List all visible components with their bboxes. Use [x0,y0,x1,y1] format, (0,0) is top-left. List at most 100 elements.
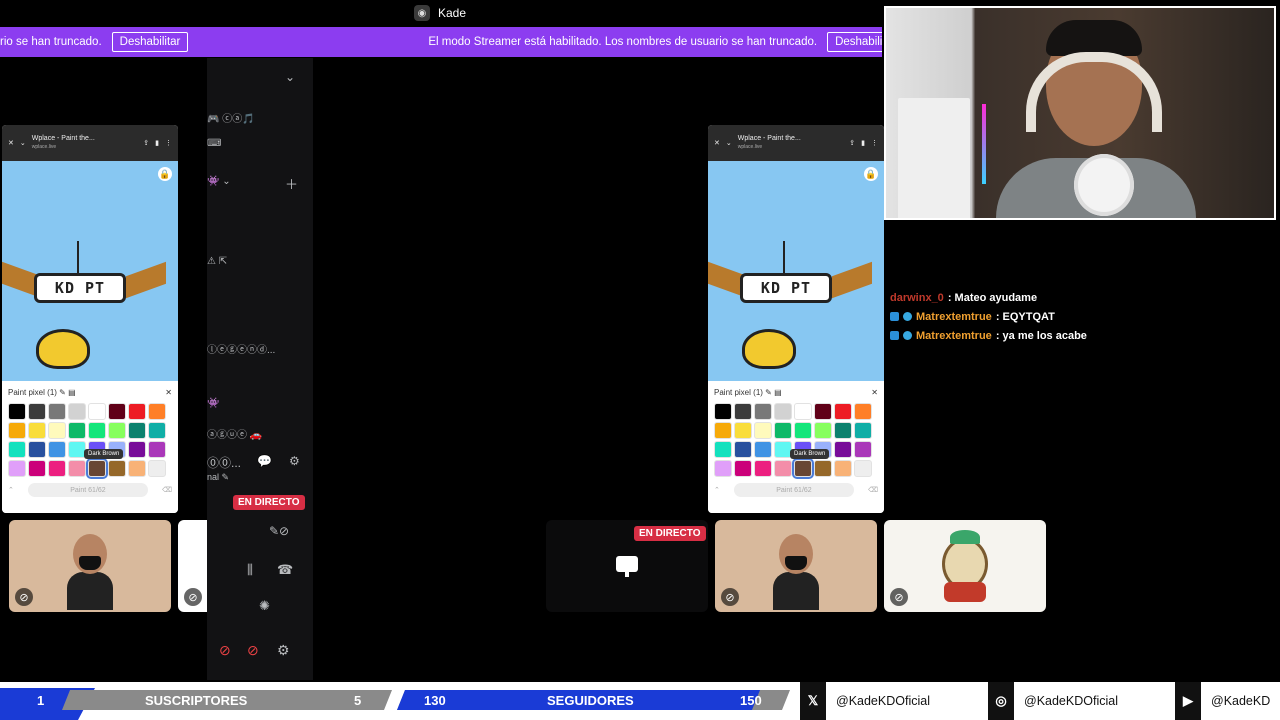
color-swatch[interactable] [834,441,852,458]
close-icon[interactable]: ✕ [871,388,878,397]
color-swatch[interactable] [792,458,814,479]
close-icon[interactable]: ✕ [165,388,172,397]
color-swatch[interactable] [794,422,812,439]
color-swatch[interactable] [754,441,772,458]
lock-icon[interactable]: 🔒 [158,167,172,181]
channel-item[interactable]: ⓛⓔⓖⓔⓝⓓ... [207,341,275,356]
color-swatch[interactable] [8,460,26,477]
screen-share-tile[interactable]: EN DIRECTO [546,520,708,612]
color-swatch[interactable] [734,403,752,420]
pixel-canvas[interactable]: 🔒 KD PT [708,161,884,381]
participant-tile-partial[interactable]: ⊘ [178,520,207,612]
color-swatch[interactable] [814,460,832,477]
color-swatch[interactable] [754,460,772,477]
channel-item[interactable]: 👾 [207,398,219,409]
mic-muted-icon[interactable]: ⊘ [219,642,231,659]
color-swatch[interactable] [734,441,752,458]
color-swatch[interactable] [854,441,872,458]
chevron-down-icon[interactable]: ⌄ [285,70,295,84]
color-swatch[interactable] [48,460,66,477]
color-swatch[interactable] [28,441,46,458]
color-swatch[interactable] [714,422,732,439]
bookmark-icon[interactable]: ▮ [861,139,865,147]
color-swatch[interactable] [714,460,732,477]
lock-icon[interactable]: 🔒 [864,167,878,181]
soundboard-icon[interactable]: ⫼ [247,562,253,578]
pixel-canvas[interactable]: 🔒 KD PT [2,161,178,381]
chat-icon[interactable]: 💬 [257,454,272,468]
color-swatch[interactable] [8,403,26,420]
paint-button[interactable]: Paint 61/62 [733,483,854,497]
color-swatch[interactable] [774,422,792,439]
expand-icon[interactable]: ⌃ [714,486,720,494]
eraser-icon[interactable]: ⌫ [162,486,172,494]
color-swatch[interactable] [8,422,26,439]
color-swatch[interactable] [714,403,732,420]
expand-icon[interactable]: ⌃ [8,486,14,494]
color-swatch[interactable] [108,460,126,477]
color-swatch[interactable] [28,403,46,420]
more-icon[interactable]: ⋮ [165,139,172,147]
mute-icon[interactable]: ✎⊘ [269,524,289,538]
color-swatch[interactable] [754,403,772,420]
participant-tile[interactable]: ⊘ [715,520,877,612]
color-swatch[interactable] [128,441,146,458]
channel-item[interactable]: 🎮 ⓒⓐ🎵 [207,110,255,125]
color-swatch[interactable] [128,422,146,439]
channel-item[interactable]: ⓪⓪... [207,454,241,471]
color-swatch[interactable] [148,460,166,477]
color-swatch[interactable] [88,422,106,439]
close-icon[interactable]: ✕ [8,139,14,147]
color-swatch[interactable] [148,441,166,458]
color-swatch[interactable] [854,403,872,420]
color-swatch[interactable] [148,403,166,420]
channel-item[interactable]: ⌨ [207,138,221,149]
chevron-down-icon[interactable]: ⌄ [20,139,26,147]
color-swatch[interactable] [834,460,852,477]
channel-item[interactable]: nal ✎ [207,472,229,483]
color-swatch[interactable] [128,403,146,420]
bookmark-icon[interactable]: ▮ [155,139,159,147]
color-swatch[interactable] [734,422,752,439]
more-icon[interactable]: ⋮ [871,139,878,147]
gear-icon[interactable]: ⚙ [289,454,300,468]
add-icon[interactable]: ＋ [285,174,298,193]
eraser-icon[interactable]: ⌫ [868,486,878,494]
color-swatch[interactable] [834,403,852,420]
participant-tile[interactable]: ⊘ [9,520,171,612]
participant-tile[interactable]: ⊘ [884,520,1046,612]
color-swatch[interactable] [48,403,66,420]
settings-icon[interactable]: ⚙ [277,642,290,659]
color-swatch[interactable] [814,403,832,420]
color-swatch[interactable] [794,403,812,420]
chevron-down-icon[interactable]: ⌄ [726,139,732,147]
color-swatch[interactable] [48,422,66,439]
color-swatch[interactable] [148,422,166,439]
color-swatch[interactable] [854,422,872,439]
youtube-handle[interactable]: ▶ @KadeKD [1175,682,1270,720]
color-swatch[interactable] [754,422,772,439]
color-swatch[interactable] [86,458,108,479]
color-swatch[interactable] [128,460,146,477]
deafen-icon[interactable]: ⊘ [247,642,259,659]
color-swatch[interactable] [108,403,126,420]
color-swatch[interactable] [68,460,86,477]
instagram-handle[interactable]: ◎ @KadeKDOficial [988,682,1118,720]
color-swatch[interactable] [108,422,126,439]
color-swatch[interactable] [834,422,852,439]
color-swatch[interactable] [68,403,86,420]
color-swatch[interactable] [774,460,792,477]
activity-icon[interactable]: ✺ [259,598,270,614]
twitter-handle[interactable]: 𝕏 @KadeKDOficial [800,682,930,720]
color-swatch[interactable] [734,460,752,477]
hangup-icon[interactable]: ☎ [277,562,293,578]
color-swatch[interactable] [854,460,872,477]
share-icon[interactable]: ⇪ [849,139,855,147]
disable-streamer-button[interactable]: Deshabilitar [111,32,189,52]
close-icon[interactable]: ✕ [714,139,720,147]
share-icon[interactable]: ⇪ [143,139,149,147]
color-swatch[interactable] [814,422,832,439]
color-swatch[interactable] [8,441,26,458]
color-swatch[interactable] [28,460,46,477]
color-swatch[interactable] [88,403,106,420]
